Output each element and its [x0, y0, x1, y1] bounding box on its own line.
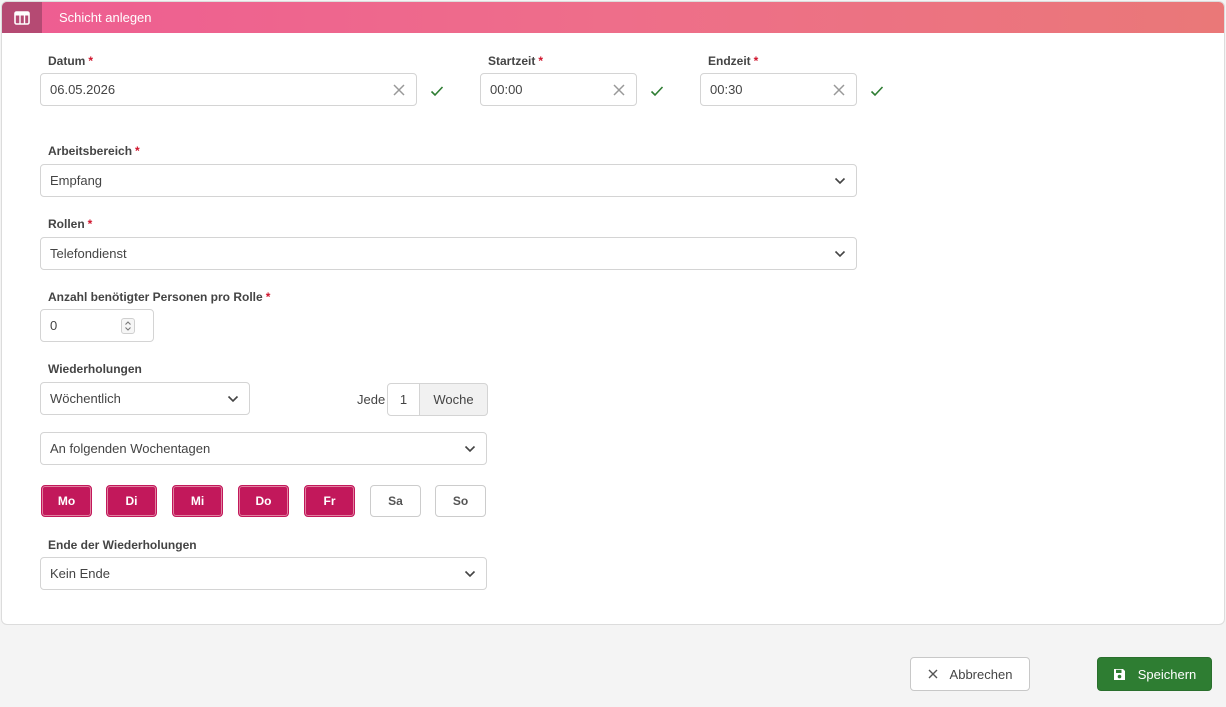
required-mark: *: [265, 290, 271, 304]
cancel-button-label: Abbrechen: [949, 666, 1013, 682]
startzeit-valid-check-icon: [650, 86, 664, 97]
startzeit-label: Startzeit *: [488, 54, 544, 68]
form-header: Schicht anlegen: [2, 2, 1224, 33]
save-button-label: Speichern: [1137, 666, 1197, 682]
ende-value: Kein Ende: [50, 566, 110, 581]
datum-label: Datum *: [48, 54, 94, 68]
anzahl-value: 0: [50, 318, 58, 333]
clear-endzeit-icon[interactable]: [831, 82, 847, 98]
table-icon: [2, 2, 42, 33]
weekday-toggle-fr[interactable]: Fr: [304, 485, 355, 517]
interval-input[interactable]: 1: [387, 383, 420, 416]
weekday-toggle-do[interactable]: Do: [238, 485, 289, 517]
recurrence-mode-value: An folgenden Wochentagen: [50, 441, 211, 456]
datum-value: 06.05.2026: [50, 82, 116, 97]
anzahl-label: Anzahl benötigter Personen pro Rolle *: [48, 290, 271, 304]
wiederholungen-label: Wiederholungen: [48, 362, 142, 376]
number-spinner-icon[interactable]: [121, 318, 135, 334]
arbeitsbereich-label: Arbeitsbereich *: [48, 144, 140, 158]
rollen-select[interactable]: Telefondienst: [40, 237, 857, 270]
datum-valid-check-icon: [430, 86, 444, 97]
endzeit-label: Endzeit *: [708, 54, 759, 68]
endzeit-input[interactable]: 00:30: [700, 73, 857, 106]
interval-label: Jede: [357, 392, 386, 407]
weekday-toggle-mo[interactable]: Mo: [41, 485, 92, 517]
weekday-toggle-mi[interactable]: Mi: [172, 485, 223, 517]
form-title: Schicht anlegen: [59, 10, 152, 25]
chevron-down-icon: [464, 445, 476, 453]
rollen-label: Rollen *: [48, 217, 93, 231]
required-mark: *: [538, 54, 544, 68]
save-icon: [1113, 668, 1125, 680]
required-mark: *: [135, 144, 140, 158]
datum-input[interactable]: 06.05.2026: [40, 73, 417, 106]
ende-select[interactable]: Kein Ende: [40, 557, 487, 590]
close-icon: [928, 669, 938, 679]
chevron-down-icon: [834, 250, 846, 258]
recurrence-mode-select[interactable]: An folgenden Wochentagen: [40, 432, 487, 465]
required-mark: *: [87, 217, 93, 231]
endzeit-valid-check-icon: [870, 86, 884, 97]
anzahl-number-input[interactable]: 0: [40, 309, 154, 342]
interval-unit-addon: Woche: [419, 383, 488, 416]
cancel-button[interactable]: Abbrechen: [910, 657, 1030, 691]
weekday-toggle-so[interactable]: So: [435, 485, 486, 517]
clear-startzeit-icon[interactable]: [611, 82, 627, 98]
ende-label: Ende der Wiederholungen: [48, 538, 197, 552]
required-mark: *: [753, 54, 759, 68]
rollen-value: Telefondienst: [50, 246, 127, 261]
required-mark: *: [88, 54, 94, 68]
save-button[interactable]: Speichern: [1097, 657, 1212, 691]
chevron-down-icon: [227, 395, 239, 403]
chevron-down-icon: [834, 177, 846, 185]
arbeitsbereich-value: Empfang: [50, 173, 103, 188]
clear-datum-icon[interactable]: [391, 82, 407, 98]
startzeit-input[interactable]: 00:00: [480, 73, 637, 106]
shift-form-card: Schicht anlegen Datum * 06.05.2026 Startz…: [1, 1, 1225, 625]
weekday-toggle-di[interactable]: Di: [106, 485, 157, 517]
wiederholungen-select[interactable]: Wöchentlich: [40, 382, 250, 415]
wiederholungen-value: Wöchentlich: [50, 391, 121, 406]
chevron-down-icon: [464, 570, 476, 578]
weekday-toggle-sa[interactable]: Sa: [370, 485, 421, 517]
arbeitsbereich-select[interactable]: Empfang: [40, 164, 857, 197]
